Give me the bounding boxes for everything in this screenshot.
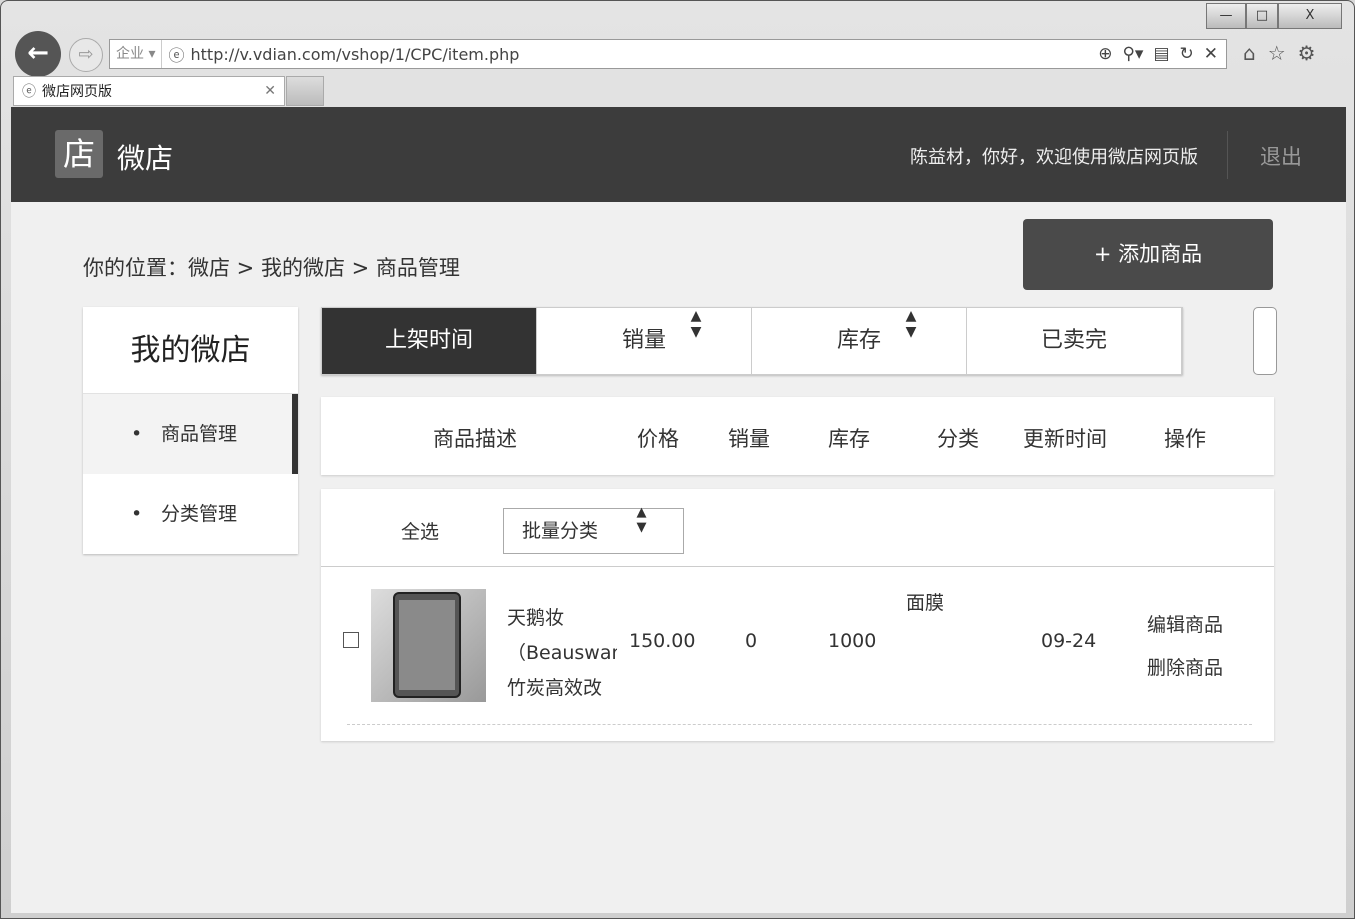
stock: 1000	[828, 630, 877, 652]
sidebar-item-label: 分类管理	[161, 503, 238, 525]
close-window-button[interactable]: X	[1278, 3, 1342, 29]
tab-sold-out[interactable]: 已卖完	[967, 308, 1182, 374]
updated-time: 09-24	[1041, 630, 1097, 652]
tab-label: 销量	[621, 328, 666, 353]
col-price: 价格	[637, 427, 679, 451]
sidebar: 我的微店 商品管理 分类管理	[83, 307, 298, 554]
product-table: 全选 批量分类 ▲▼ 天鹅妆 （Beauswan 竹炭高效改 150.00 0 1…	[321, 489, 1274, 741]
logout-link[interactable]: 退出	[1260, 141, 1302, 171]
batch-category-select[interactable]: 批量分类 ▲▼	[503, 505, 684, 554]
window-controls: — □ X	[1206, 3, 1342, 29]
tab-listing-time[interactable]: 上架时间	[322, 308, 537, 374]
forward-button[interactable]: ⇨	[69, 38, 103, 72]
favorites-star-icon[interactable]: ☆	[1268, 41, 1286, 65]
sidebar-title: 我的微店	[83, 307, 298, 394]
home-icon[interactable]: ⌂	[1243, 41, 1256, 65]
url-text[interactable]: http://v.vdian.com/vshop/1/CPC/item.php	[191, 45, 1099, 64]
gear-icon[interactable]: ⚙	[1298, 41, 1316, 65]
select-all[interactable]: 全选	[401, 517, 439, 544]
sort-arrows-icon: ▲▼	[903, 308, 919, 340]
col-description: 商品描述	[433, 427, 517, 451]
row-divider	[347, 724, 1252, 725]
store-logo-icon: 店	[55, 130, 103, 178]
tab-label: 上架时间	[384, 328, 473, 353]
product-name-line[interactable]: 竹炭高效改	[507, 673, 602, 700]
col-stock: 库存	[828, 427, 870, 451]
tab-title: 微店网页版	[42, 84, 112, 100]
product-name-line[interactable]: 天鹅妆	[507, 603, 564, 630]
compat-icon[interactable]: ⊕	[1098, 44, 1112, 64]
table-row: 天鹅妆 （Beauswan 竹炭高效改 150.00 0 1000 面膜 09-…	[321, 567, 1274, 727]
zone-dropdown[interactable]: 企业 ▾	[110, 40, 163, 68]
breadcrumb: 你的位置：微店 > 我的微店 > 商品管理	[83, 256, 460, 280]
ie-tab-icon: ⓔ	[22, 84, 36, 100]
tab-sales[interactable]: 销量 ▲▼	[537, 308, 752, 374]
header-divider	[1227, 131, 1228, 179]
tab-stock[interactable]: 库存 ▲▼	[752, 308, 967, 374]
select-arrows-icon: ▲▼	[634, 505, 649, 535]
maximize-button[interactable]: □	[1246, 3, 1278, 29]
back-button[interactable]: ←	[15, 31, 61, 77]
add-product-button[interactable]: + 添加商品	[1023, 219, 1273, 290]
brand-name: 微店	[117, 142, 174, 175]
site-header: 店 微店 陈益材，你好，欢迎使用微店网页版 退出	[11, 107, 1346, 202]
ie-page-icon: ⓔ	[168, 46, 185, 65]
browser-tab[interactable]: ⓔ 微店网页版 ✕	[13, 76, 285, 106]
delete-product-link[interactable]: 删除商品	[1147, 653, 1223, 680]
sort-tabs: 上架时间 销量 ▲▼ 库存 ▲▼ 已卖完	[321, 307, 1183, 375]
close-tab-icon[interactable]: ✕	[264, 83, 276, 99]
col-category: 分类	[937, 427, 979, 451]
sidebar-item-product-management[interactable]: 商品管理	[83, 394, 298, 474]
price: 150.00	[629, 630, 696, 652]
welcome-text: 陈益材，你好，欢迎使用微店网页版	[910, 147, 1198, 168]
col-sales: 销量	[728, 427, 770, 451]
edit-product-link[interactable]: 编辑商品	[1147, 610, 1223, 637]
minimize-button[interactable]: —	[1206, 3, 1246, 29]
product-name-line[interactable]: （Beauswan	[507, 638, 617, 665]
compatibility-view-icon[interactable]: ▤	[1153, 44, 1169, 64]
row-checkbox[interactable]	[343, 632, 359, 648]
sidebar-item-label: 商品管理	[161, 423, 238, 445]
category: 面膜	[906, 592, 945, 614]
refresh-icon[interactable]: ↻	[1180, 44, 1194, 64]
stop-icon[interactable]: ✕	[1204, 44, 1218, 64]
new-tab-button[interactable]	[286, 76, 324, 106]
col-actions: 操作	[1164, 427, 1206, 451]
table-header: 商品描述 价格 销量 库存 分类 更新时间 操作	[321, 397, 1274, 475]
sort-arrows-icon: ▲▼	[688, 308, 704, 340]
tab-label: 库存	[836, 328, 881, 353]
col-updated: 更新时间	[1023, 427, 1107, 451]
sidebar-item-category-management[interactable]: 分类管理	[83, 474, 298, 554]
search-icon[interactable]: ⚲▾	[1122, 44, 1143, 64]
product-thumbnail	[371, 589, 486, 702]
browser-window: — □ X ← ⇨ 企业 ▾ ⓔ http://v.vdian.com/vsho…	[0, 0, 1355, 919]
zone-label: 企业	[116, 46, 144, 62]
tab-label: 已卖完	[1040, 328, 1107, 353]
batch-select-label: 批量分类	[522, 520, 599, 542]
page: 店 微店 陈益材，你好，欢迎使用微店网页版 退出 你的位置：微店 > 我的微店 …	[11, 107, 1346, 913]
sales: 0	[745, 630, 758, 652]
search-toggle[interactable]	[1253, 307, 1277, 375]
address-bar[interactable]: 企业 ▾ ⓔ http://v.vdian.com/vshop/1/CPC/it…	[109, 39, 1227, 69]
